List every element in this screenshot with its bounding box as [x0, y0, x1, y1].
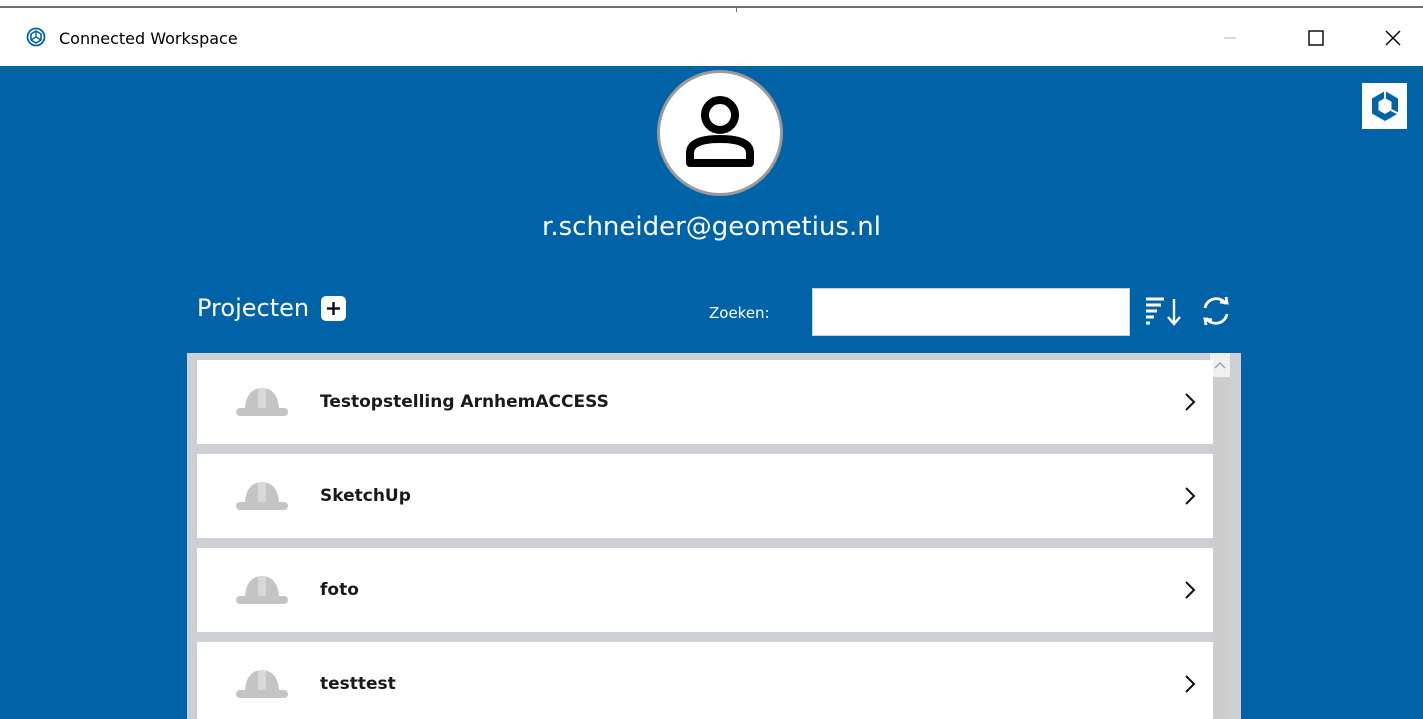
- minimize-button[interactable]: [1207, 20, 1253, 56]
- hardhat-icon: [236, 670, 288, 698]
- scrollbar-track[interactable]: [1210, 353, 1230, 719]
- project-item[interactable]: testtest: [197, 642, 1213, 719]
- search-input[interactable]: [812, 288, 1130, 336]
- project-item[interactable]: SketchUp: [197, 454, 1213, 538]
- close-button[interactable]: [1370, 20, 1416, 56]
- main-area: r.schneider@geometius.nl Projecten Zoeke…: [0, 66, 1423, 719]
- project-name: testtest: [320, 674, 396, 694]
- user-email: r.schneider@geometius.nl: [542, 212, 881, 242]
- hardhat-icon: [236, 388, 288, 416]
- project-list[interactable]: Testopstelling ArnhemACCESS SketchUp fot…: [187, 353, 1241, 719]
- project-item[interactable]: foto: [197, 548, 1213, 632]
- projects-header: Projecten: [197, 294, 347, 322]
- sort-button[interactable]: [1141, 292, 1189, 330]
- window-titlebar: Connected Workspace: [0, 0, 1423, 66]
- project-name: foto: [320, 580, 359, 600]
- chevron-right-icon: [1185, 675, 1196, 693]
- maximize-icon: [1308, 30, 1324, 46]
- hardhat-icon: [236, 576, 288, 604]
- chevron-right-icon: [1185, 393, 1196, 411]
- chevron-right-icon: [1185, 581, 1196, 599]
- refresh-button[interactable]: [1196, 292, 1236, 330]
- title-divider: [0, 6, 1423, 12]
- hardhat-icon: [236, 482, 288, 510]
- user-icon: [686, 96, 754, 167]
- project-name: Testopstelling ArnhemACCESS: [320, 392, 609, 412]
- refresh-icon: [1203, 296, 1229, 326]
- projects-heading: Projecten: [197, 294, 310, 322]
- project-item[interactable]: Testopstelling ArnhemACCESS: [197, 360, 1213, 444]
- avatar[interactable]: [657, 70, 783, 196]
- project-name: SketchUp: [320, 486, 411, 506]
- add-project-button[interactable]: [321, 295, 347, 321]
- brand-logo-icon: [1371, 91, 1398, 121]
- window-title: Connected Workspace: [59, 29, 238, 48]
- sort-icon: [1146, 297, 1181, 326]
- plus-icon: [327, 301, 341, 315]
- search-label: Zoeken:: [709, 304, 770, 322]
- scroll-up-button[interactable]: [1210, 353, 1230, 377]
- minimize-icon: [1224, 37, 1236, 39]
- chevron-up-icon: [1214, 362, 1226, 369]
- maximize-button[interactable]: [1293, 20, 1339, 56]
- app-logo-icon: [26, 27, 46, 47]
- brand-logo-button[interactable]: [1362, 83, 1407, 129]
- chevron-right-icon: [1185, 487, 1196, 505]
- close-icon: [1385, 30, 1401, 46]
